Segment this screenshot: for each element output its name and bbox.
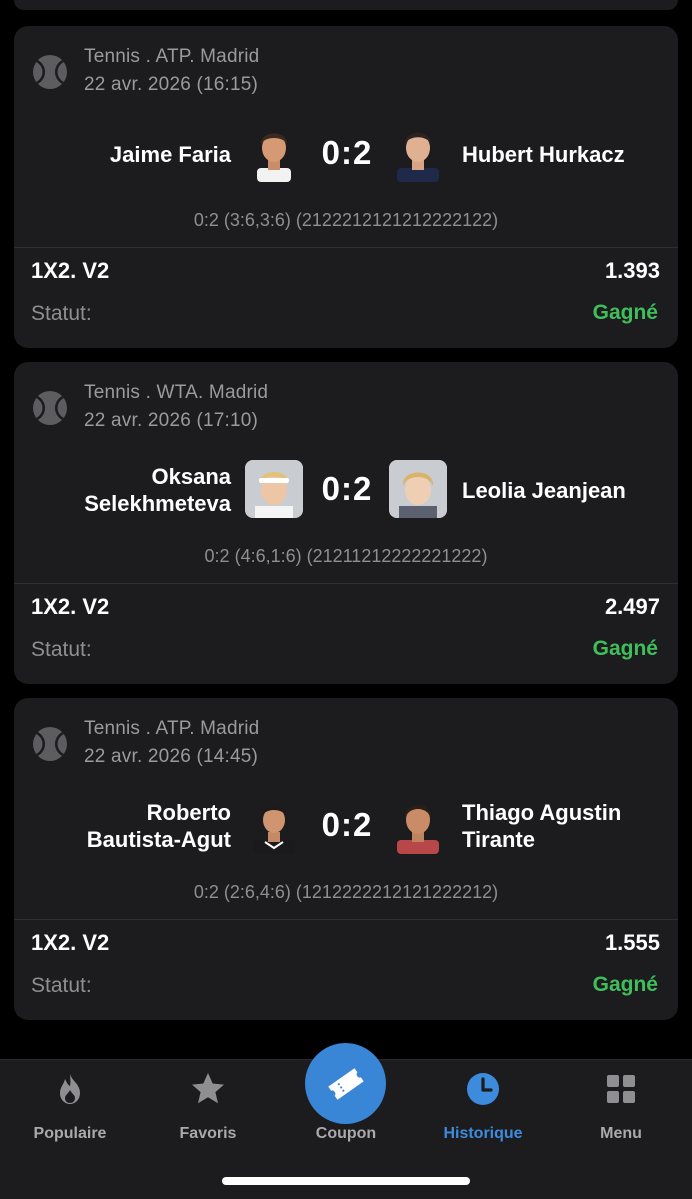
divider [14, 919, 678, 920]
score-detail: 0:2 (2:6,4:6) (1212222212121222212) [193, 882, 499, 902]
league-label: Tennis . WTA. Madrid [84, 382, 269, 403]
status-badge: Gagné [592, 973, 658, 996]
match-date: 22 avr. 2026 (17:10) [84, 410, 259, 431]
match-score: 0:2 [321, 806, 373, 843]
away-player-avatar [397, 132, 439, 182]
tennis-ball-icon [33, 727, 67, 761]
bet-type: 1X2. V2 [31, 594, 110, 619]
clock-icon [467, 1073, 499, 1105]
home-player-name: Roberto Bautista-Agut [86, 800, 231, 852]
nav-item-menu[interactable]: Menu [561, 1070, 681, 1143]
divider [14, 583, 678, 584]
status-label: Statut: [31, 638, 92, 661]
status-badge: Gagné [592, 637, 658, 660]
match-card[interactable]: Tennis . ATP. Madrid 22 avr. 2026 (14:45… [14, 698, 678, 1020]
home-player-avatar [253, 806, 295, 854]
ticket-icon [327, 1067, 364, 1100]
home-player-avatar [257, 133, 291, 182]
home-indicator [222, 1177, 470, 1185]
tennis-ball-icon [33, 391, 67, 425]
match-score: 0:2 [321, 470, 373, 507]
match-card[interactable]: Tennis . ATP. Madrid 22 avr. 2026 (16:15… [14, 26, 678, 348]
status-label: Statut: [31, 974, 92, 997]
away-player-name: Leolia Jeanjean [462, 477, 626, 503]
flame-icon [60, 1074, 80, 1104]
bet-odds: 2.497 [604, 594, 660, 619]
nav-item-populaire[interactable]: Populaire [10, 1070, 130, 1143]
score-detail: 0:2 (4:6,1:6) (21211212222221222) [204, 546, 488, 566]
bet-odds: 1.393 [604, 258, 660, 283]
away-player-avatar [389, 460, 447, 518]
nav-label: Populaire [33, 1125, 107, 1142]
score-detail: 0:2 (3:6,3:6) (2122212121212222122) [193, 210, 499, 230]
nav-label: Coupon [315, 1125, 377, 1142]
nav-label: Historique [443, 1125, 523, 1142]
league-label: Tennis . ATP. Madrid [84, 46, 260, 67]
home-player-name: Jaime Faria [109, 141, 231, 167]
nav-label: Menu [600, 1125, 642, 1142]
grid-icon [607, 1075, 635, 1103]
previous-card-edge [14, 0, 678, 10]
bet-odds: 1.555 [604, 930, 660, 955]
away-player-name: Hubert Hurkacz [462, 141, 625, 167]
status-label: Statut: [31, 302, 92, 325]
tennis-ball-icon [33, 55, 67, 89]
bet-type: 1X2. V2 [31, 930, 110, 955]
nav-label: Favoris [179, 1125, 237, 1142]
coupon-button[interactable] [305, 1043, 386, 1124]
home-player-name: Oksana Selekhmeteva [84, 464, 231, 516]
match-date: 22 avr. 2026 (16:15) [84, 74, 259, 95]
bottom-nav: Populaire Favoris Coupon Historique Menu [0, 1043, 692, 1199]
match-card[interactable]: Tennis . WTA. Madrid 22 avr. 2026 (17:10… [14, 362, 678, 684]
divider [14, 247, 678, 248]
home-player-avatar [245, 460, 303, 518]
match-date: 22 avr. 2026 (14:45) [84, 746, 259, 767]
away-player-avatar [397, 805, 439, 854]
nav-item-favoris[interactable]: Favoris [148, 1070, 268, 1143]
league-label: Tennis . ATP. Madrid [84, 718, 260, 739]
star-icon [192, 1073, 224, 1104]
away-player-name: Thiago Agustin Tirante [462, 800, 622, 852]
bet-type: 1X2. V2 [31, 258, 110, 283]
status-badge: Gagné [592, 301, 658, 324]
nav-item-historique[interactable]: Historique [423, 1070, 543, 1143]
nav-item-coupon[interactable]: Coupon [286, 1043, 406, 1143]
match-score: 0:2 [321, 134, 373, 171]
